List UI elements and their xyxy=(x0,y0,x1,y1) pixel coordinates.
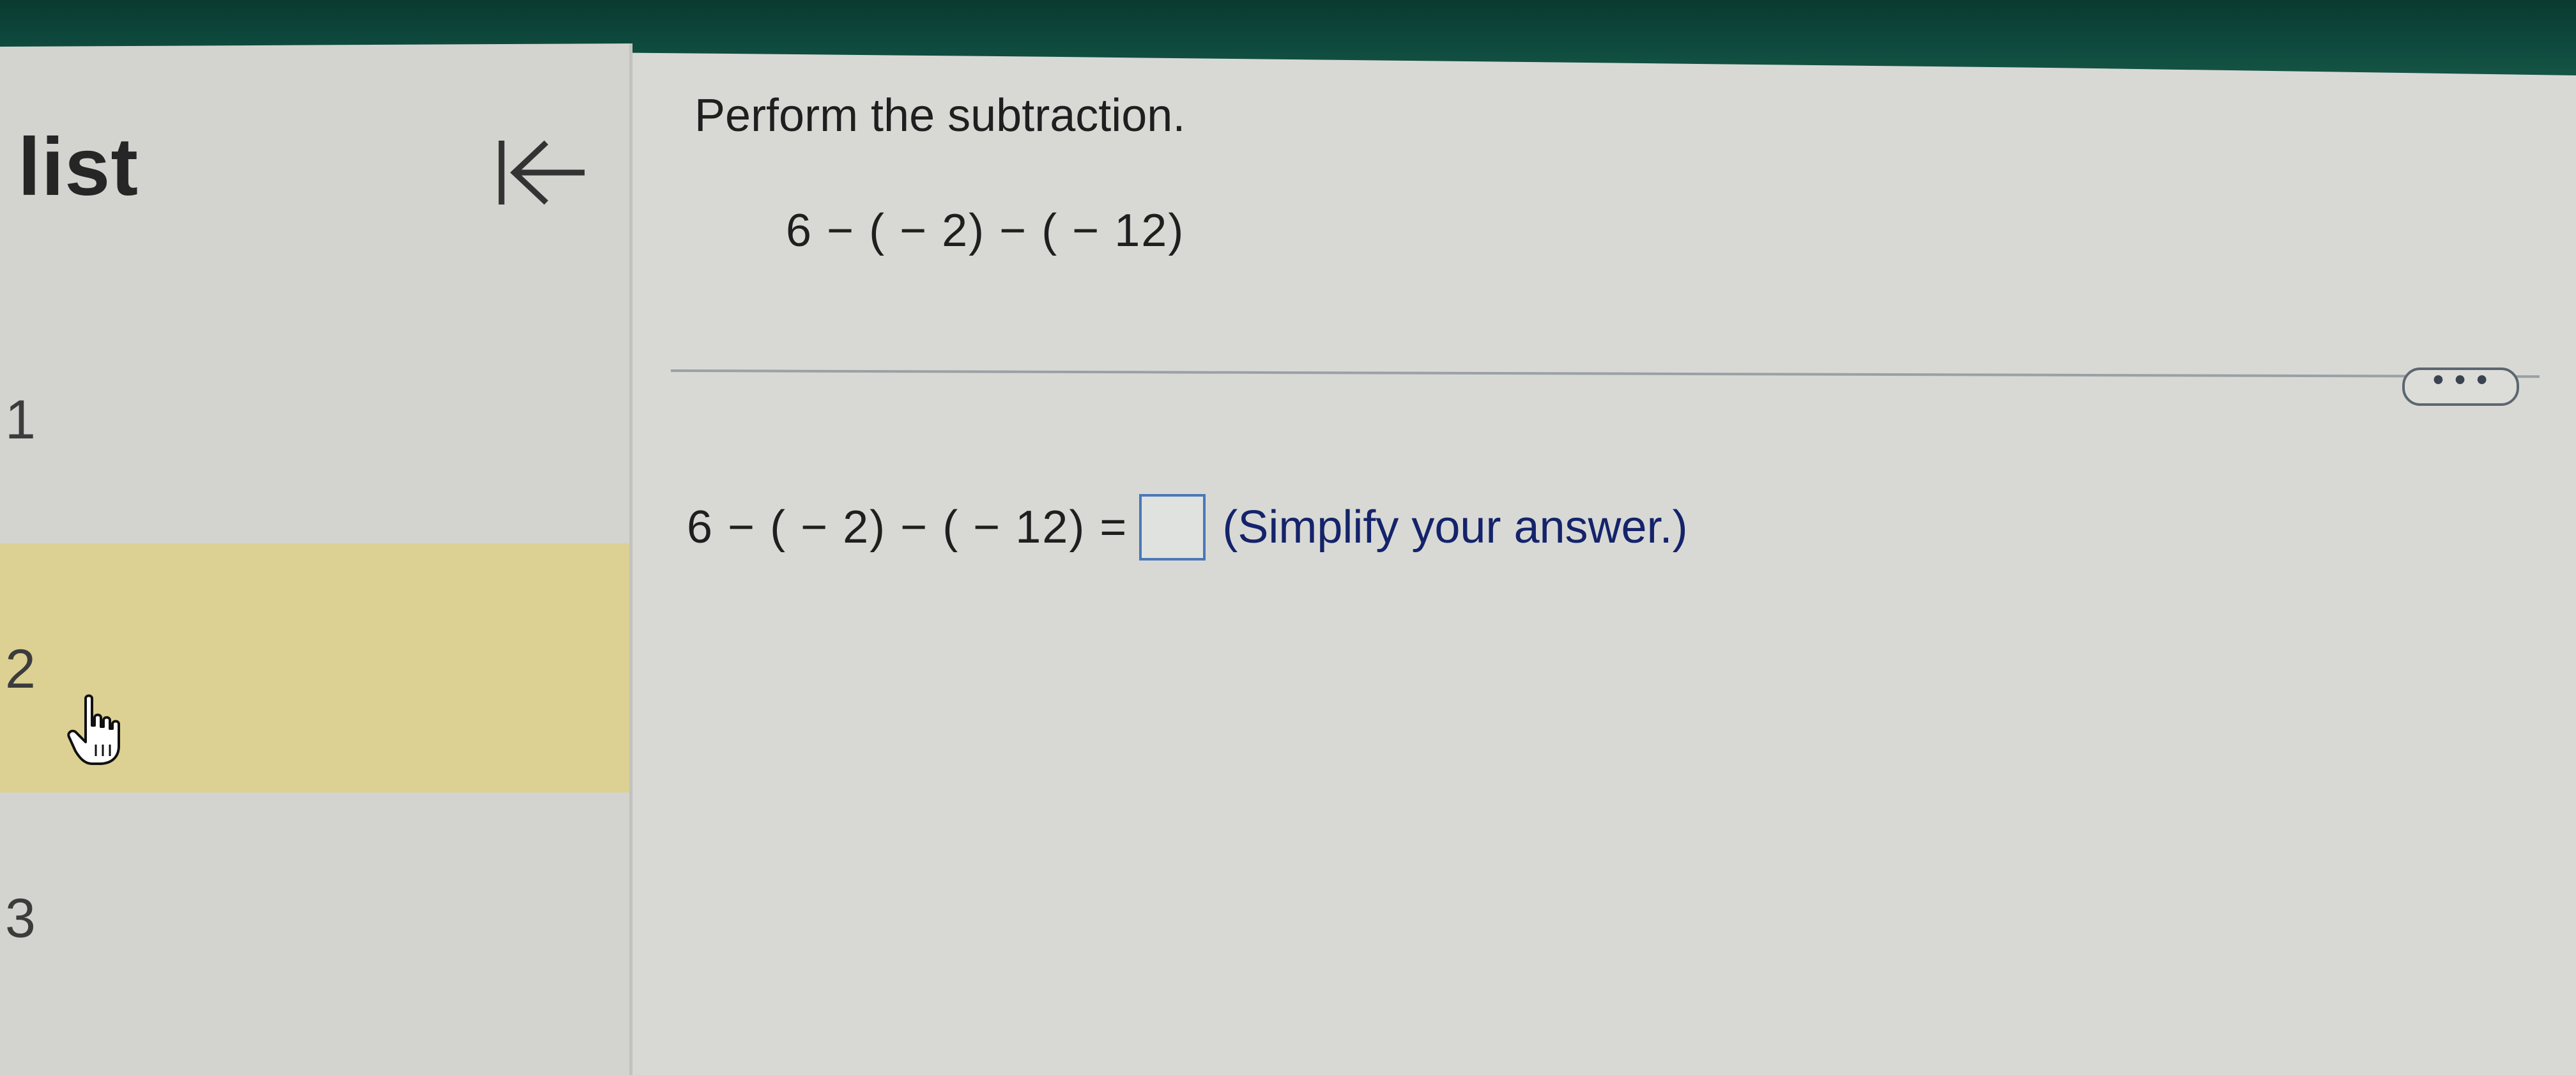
collapse-sidebar-button[interactable] xyxy=(489,131,591,214)
answer-input[interactable] xyxy=(1139,494,1206,561)
answer-row: 6 − ( − 2) − ( − 12) = (Simplify your an… xyxy=(687,492,1688,562)
answer-equation: 6 − ( − 2) − ( − 12) = xyxy=(687,502,1128,553)
sidebar-title: list xyxy=(18,121,139,213)
question-item-3[interactable]: 3 xyxy=(0,793,629,1042)
more-options-icon: • • • xyxy=(2432,363,2489,397)
divider xyxy=(670,369,2540,378)
question-number: 1 xyxy=(5,389,36,451)
question-panel: Perform the subtraction. 6 − ( − 2) − ( … xyxy=(636,0,2576,1075)
more-options-button[interactable]: • • • xyxy=(2402,363,2519,406)
question-expression: 6 − ( − 2) − ( − 12) xyxy=(786,205,1185,256)
question-item-1[interactable]: 1 xyxy=(0,294,629,543)
question-number: 2 xyxy=(5,638,36,700)
question-number: 3 xyxy=(5,888,36,949)
collapse-left-icon xyxy=(498,140,585,205)
hand-pointer-icon xyxy=(67,694,120,765)
question-instruction: Perform the subtraction. xyxy=(694,90,1186,141)
question-list-sidebar: list 1 2 3 xyxy=(0,43,632,1075)
answer-hint: (Simplify your answer.) xyxy=(1222,502,1688,553)
